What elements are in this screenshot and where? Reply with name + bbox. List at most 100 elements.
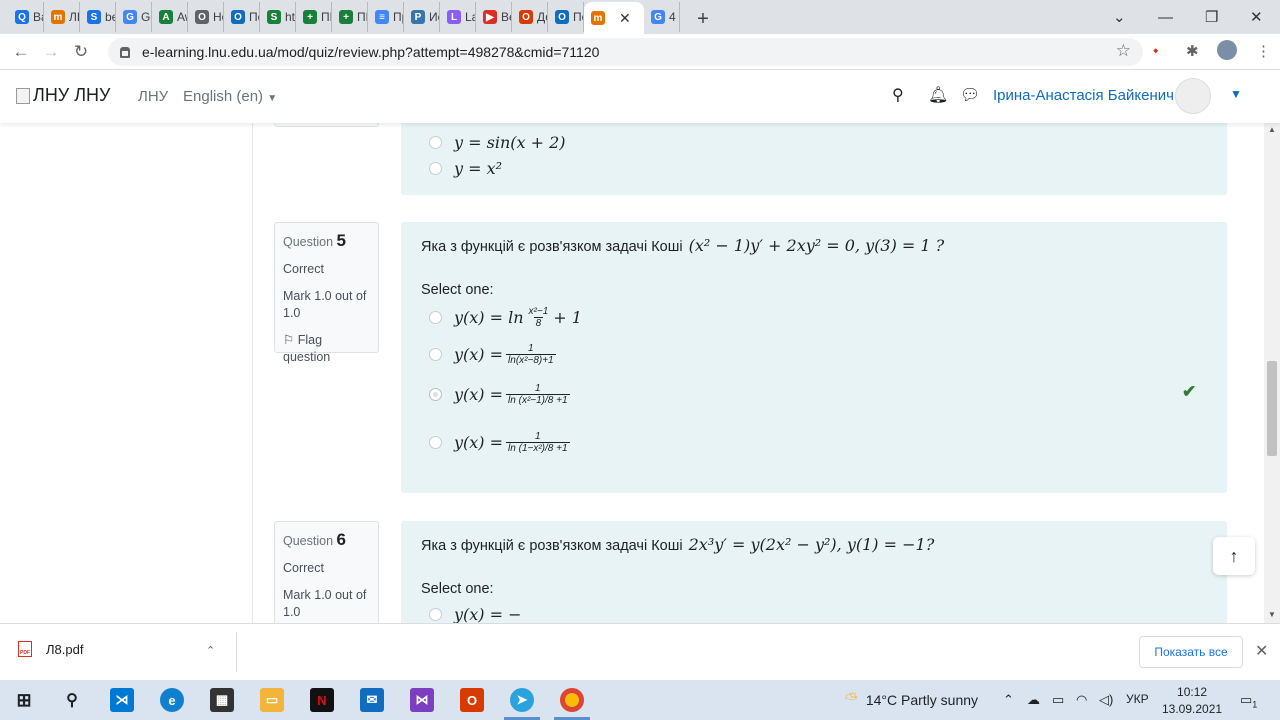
site-logo[interactable]: ЛНУ ЛНУ [16,85,111,106]
nav-home-link[interactable]: ЛНУ [138,88,168,105]
forward-icon[interactable]: → [36,42,66,62]
scroll-down-icon[interactable]: ▼ [1268,610,1276,619]
close-tab-icon[interactable]: ✕ [619,10,631,27]
store-icon[interactable]: ▦ [210,688,234,712]
network-icon[interactable]: ▭ [1052,692,1064,708]
edge-icon[interactable]: e [160,688,184,712]
extension-icon[interactable]: ⬩ [1153,42,1158,59]
q4-option-2[interactable]: y = sin(x + 2) [429,133,566,152]
download-chevron-up-icon[interactable]: ⌃ [206,644,215,657]
browser-tab[interactable]: O По [224,2,260,32]
browser-menu-icon[interactable]: ⋮ [1256,42,1271,60]
input-language[interactable]: УКР [1126,692,1149,706]
maximize-button[interactable]: ❐ [1205,0,1218,34]
q5-option-c[interactable]: y(x) = 1 ln (x²−1)/8 +1 [429,383,573,406]
browser-tab[interactable]: G Go [116,2,152,32]
browser-tab[interactable]: m ЛН [44,2,80,32]
messages-chat-icon[interactable]: 💬︎ [960,85,980,105]
minimize-button[interactable]: — [1158,0,1173,34]
q4-option-3[interactable]: y = x² [429,159,502,178]
page-scrollbar[interactable]: ▲ ▼ [1264,123,1280,623]
user-menu-name[interactable]: Ірина-Анастасія Байкенич [993,87,1174,104]
browser-tab[interactable]: O До [512,2,548,32]
notification-center-icon[interactable]: ▭1 [1240,692,1257,710]
search-icon[interactable]: ⚲ [60,688,84,712]
scroll-up-icon[interactable]: ▲ [1268,125,1276,134]
show-all-downloads-button[interactable]: Показать все [1139,636,1243,668]
search-icon[interactable]: ⚲ [892,85,904,105]
weather-text: 14°C Partly sunny [865,692,979,708]
wifi-icon[interactable]: ◠ [1076,692,1087,708]
browser-tab[interactable]: + ПМ [332,2,368,32]
tab-label: До [537,10,547,24]
new-tab-button[interactable]: + [688,4,718,34]
q5-option-b[interactable]: y(x) = 1 ln(x²−8)+1 [429,343,559,366]
telegram-icon[interactable]: ➤ [510,688,534,712]
radio-button[interactable] [429,162,442,175]
browser-tab[interactable]: Q Bay [8,2,44,32]
radio-button[interactable] [429,136,442,149]
profile-avatar-icon[interactable] [1217,40,1237,60]
browser-tab[interactable]: ▶ Ве [476,2,512,32]
radio-button-selected[interactable] [429,388,442,401]
question-6-text: Яка з функцій є розв'язком задачі Коші 2… [421,535,934,554]
browser-tab-active[interactable]: m ✕ [584,2,644,34]
language-menu[interactable]: English (en) ▼ [183,88,277,105]
radio-button[interactable] [429,311,442,324]
browser-tab[interactable]: L Lar [440,2,476,32]
flag-question-link[interactable]: ⚐ Flag question [283,332,370,366]
office-icon[interactable]: O [460,688,484,712]
tab-favicon-icon: S [87,10,101,24]
close-download-bar-icon[interactable]: ✕ [1255,641,1268,661]
browser-tab[interactable]: + ПМ [296,2,332,32]
browser-tab[interactable]: ≡ Пр [368,2,404,32]
question-6-info: Question 6 Correct Mark 1.0 out of 1.0 [274,521,379,623]
netflix-icon[interactable]: N [310,688,334,712]
tab-label: По [249,10,259,24]
profile-chevron-icon[interactable]: ⌄ [1113,0,1126,34]
q5-option-c-lhs: y(x) = [454,385,504,404]
back-icon[interactable]: ← [6,42,36,62]
site-logo-text: ЛНУ ЛНУ [33,85,111,105]
radio-button[interactable] [429,608,442,621]
browser-tab[interactable]: G 4 c [644,2,680,32]
radio-button[interactable] [429,436,442,449]
url-field[interactable]: e-learning.lnu.edu.ua/mod/quiz/review.ph… [108,38,1143,66]
file-explorer-icon[interactable]: ▭ [260,688,284,712]
weather-widget[interactable]: ⛅︎ 14°C Partly sunny [845,691,978,709]
lock-icon[interactable] [120,46,130,58]
onedrive-icon[interactable]: ☁ [1027,692,1040,708]
tab-label: ЛН [69,10,79,24]
q6-option-a[interactable]: y(x) = − [429,605,522,623]
close-window-button[interactable]: ✕ [1250,0,1263,34]
back-to-top-button[interactable]: ↑ [1213,537,1255,575]
scrollbar-thumb[interactable] [1267,361,1277,456]
tray-chevron-icon[interactable]: ⌃ [1003,692,1014,708]
windows-start-icon[interactable]: ⊞ [12,688,36,712]
user-avatar[interactable] [1175,78,1211,114]
notifications-bell-icon[interactable]: 🔔︎ [928,85,948,105]
browser-tab[interactable]: O Но [188,2,224,32]
tab-favicon-icon: G [123,10,137,24]
vscode-icon[interactable]: ⋊ [110,688,134,712]
reload-icon[interactable]: ↻ [66,42,96,62]
q5-option-d[interactable]: y(x) = 1 ln (1−x²)/8 +1 [429,431,573,454]
extensions-puzzle-icon[interactable]: ✱ [1186,42,1199,60]
bookmark-star-icon[interactable]: ☆ [1116,41,1131,61]
chrome-icon[interactable] [560,688,584,712]
tab-favicon-icon: O [555,10,569,24]
visual-studio-icon[interactable]: ⋈ [410,688,434,712]
browser-tab[interactable]: A Aw [152,2,188,32]
browser-tab[interactable]: Sbe [80,2,116,32]
mail-icon[interactable]: ✉ [360,688,384,712]
volume-icon[interactable]: ◁) [1099,692,1113,708]
q5-option-a[interactable]: y(x) = ln x²−1 8 + 1 [429,306,582,329]
browser-tab[interactable]: O По [548,2,584,32]
download-item[interactable]: PDF Л8.pdf [18,641,83,657]
browser-tab[interactable]: Shtt [260,2,296,32]
radio-button[interactable] [429,348,442,361]
taskbar-clock[interactable]: 10:12 13.09.2021 [1162,684,1222,718]
tab-favicon-icon: Q [15,10,29,24]
browser-tab[interactable]: P Ис [404,2,440,32]
user-menu-caret-icon[interactable]: ▼ [1230,87,1242,101]
